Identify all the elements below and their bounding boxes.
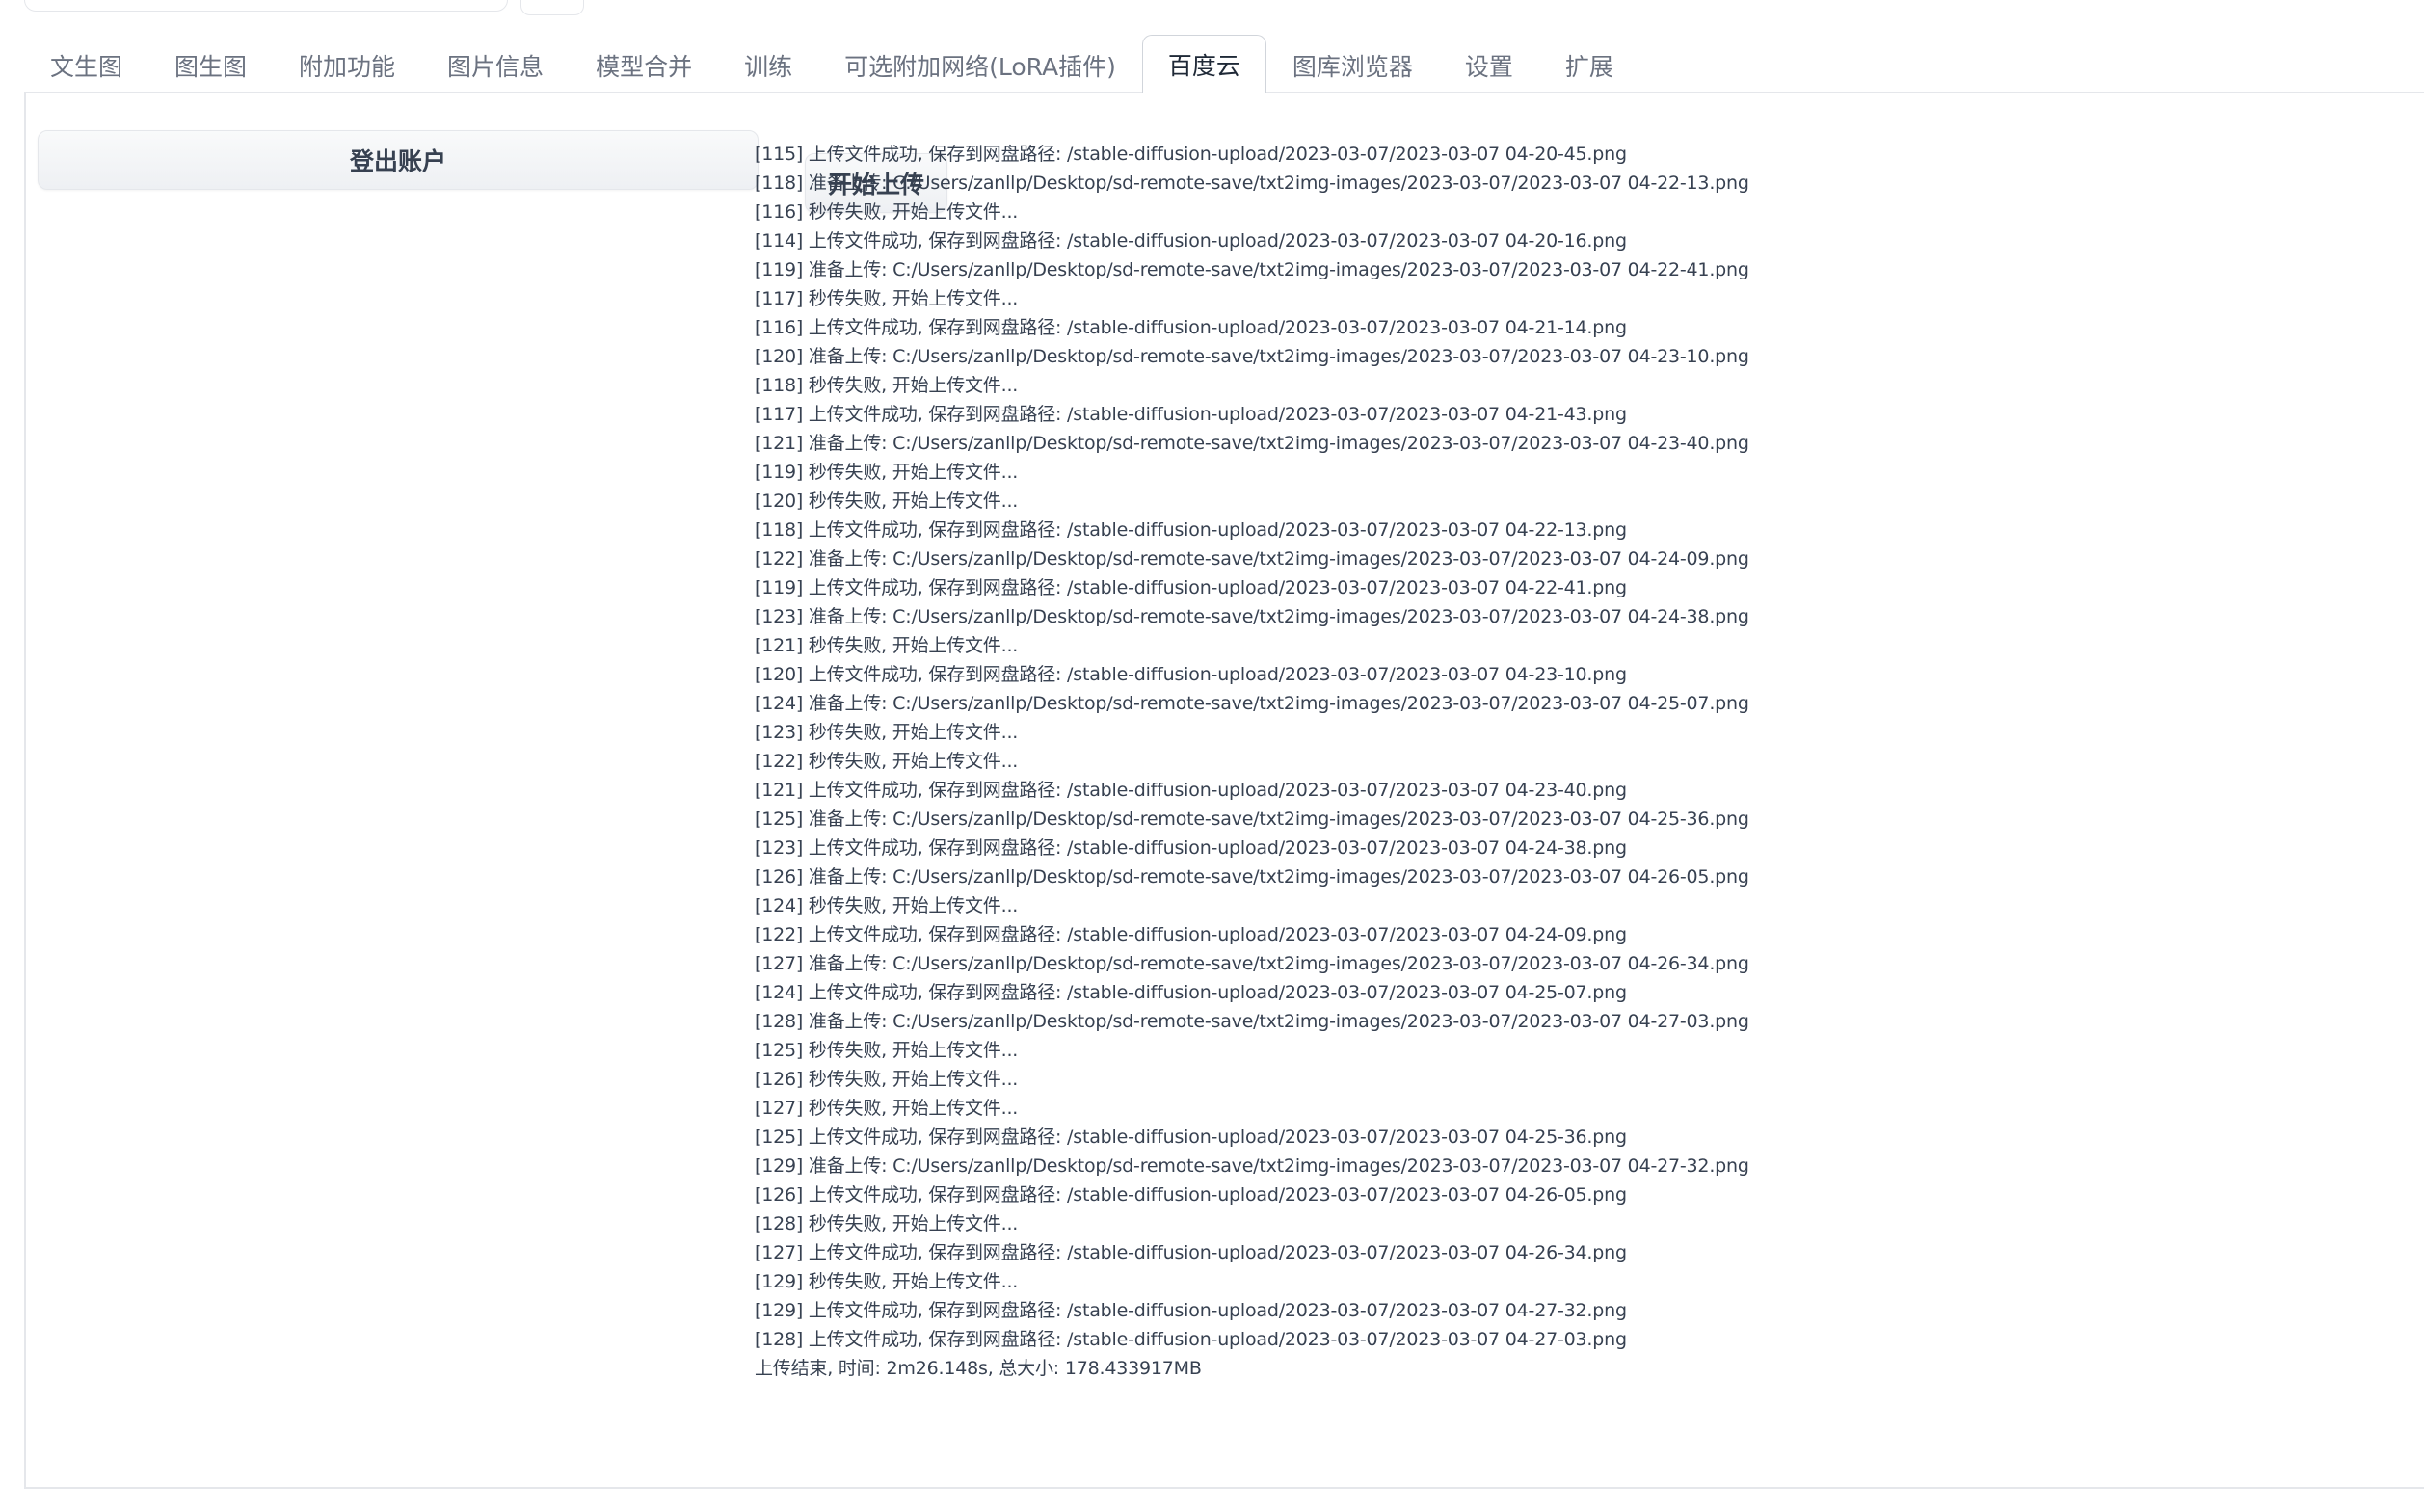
tab-6[interactable]: 可选附加网络(LoRA插件) [818, 37, 1142, 93]
log-line: [118] 准备上传: C:/Users/zanllp/Desktop/sd-r… [755, 172, 1749, 194]
log-line: [128] 秒传失败, 开始上传文件... [755, 1213, 1019, 1234]
tab-0[interactable]: 文生图 [24, 37, 148, 93]
log-line: [122] 准备上传: C:/Users/zanllp/Desktop/sd-r… [755, 548, 1749, 570]
log-line: [128] 准备上传: C:/Users/zanllp/Desktop/sd-r… [755, 1011, 1749, 1032]
log-line: [120] 准备上传: C:/Users/zanllp/Desktop/sd-r… [755, 346, 1749, 367]
top-partial-input[interactable] [24, 0, 508, 12]
log-line: [119] 上传文件成功, 保存到网盘路径: /stable-diffusion… [755, 577, 1627, 598]
log-line: [124] 上传文件成功, 保存到网盘路径: /stable-diffusion… [755, 982, 1627, 1003]
log-line: [127] 上传文件成功, 保存到网盘路径: /stable-diffusion… [755, 1242, 1627, 1263]
log-line: [123] 上传文件成功, 保存到网盘路径: /stable-diffusion… [755, 837, 1627, 859]
log-line: [121] 上传文件成功, 保存到网盘路径: /stable-diffusion… [755, 780, 1627, 801]
tab-7[interactable]: 百度云 [1141, 35, 1266, 93]
log-line: [126] 秒传失败, 开始上传文件... [755, 1069, 1019, 1090]
log-line: [124] 准备上传: C:/Users/zanllp/Desktop/sd-r… [755, 693, 1749, 714]
log-line: [120] 秒传失败, 开始上传文件... [755, 491, 1019, 512]
log-line: [126] 上传文件成功, 保存到网盘路径: /stable-diffusion… [755, 1184, 1627, 1206]
upload-log: [115] 上传文件成功, 保存到网盘路径: /stable-diffusion… [755, 140, 1815, 1383]
log-line: [115] 上传文件成功, 保存到网盘路径: /stable-diffusion… [755, 144, 1627, 165]
log-line: [122] 秒传失败, 开始上传文件... [755, 751, 1019, 772]
tab-5[interactable]: 训练 [718, 37, 818, 93]
log-line: [119] 秒传失败, 开始上传文件... [755, 462, 1019, 483]
log-line: [126] 准备上传: C:/Users/zanllp/Desktop/sd-r… [755, 866, 1749, 888]
log-line: [129] 上传文件成功, 保存到网盘路径: /stable-diffusion… [755, 1300, 1627, 1321]
log-line: [125] 秒传失败, 开始上传文件... [755, 1040, 1019, 1061]
top-partial-button[interactable] [520, 0, 584, 15]
log-line: [127] 秒传失败, 开始上传文件... [755, 1098, 1019, 1119]
log-line: [117] 秒传失败, 开始上传文件... [755, 288, 1019, 309]
tab-8[interactable]: 图库浏览器 [1266, 37, 1439, 93]
log-line: [116] 上传文件成功, 保存到网盘路径: /stable-diffusion… [755, 317, 1627, 338]
tab-9[interactable]: 设置 [1439, 37, 1539, 93]
log-line: [121] 准备上传: C:/Users/zanllp/Desktop/sd-r… [755, 433, 1749, 454]
log-line: [124] 秒传失败, 开始上传文件... [755, 895, 1019, 916]
log-line: 上传结束, 时间: 2m26.148s, 总大小: 178.433917MB [755, 1358, 1202, 1379]
log-line: [122] 上传文件成功, 保存到网盘路径: /stable-diffusion… [755, 924, 1627, 945]
tab-10[interactable]: 扩展 [1539, 37, 1639, 93]
log-line: [129] 秒传失败, 开始上传文件... [755, 1271, 1019, 1292]
tab-4[interactable]: 模型合并 [570, 37, 718, 93]
log-line: [118] 秒传失败, 开始上传文件... [755, 375, 1019, 396]
log-line: [129] 准备上传: C:/Users/zanllp/Desktop/sd-r… [755, 1155, 1749, 1177]
logout-button[interactable]: 登出账户 [38, 130, 759, 190]
log-line: [117] 上传文件成功, 保存到网盘路径: /stable-diffusion… [755, 404, 1627, 425]
log-line: [128] 上传文件成功, 保存到网盘路径: /stable-diffusion… [755, 1329, 1627, 1350]
log-line: [116] 秒传失败, 开始上传文件... [755, 201, 1019, 223]
log-line: [123] 准备上传: C:/Users/zanllp/Desktop/sd-r… [755, 606, 1749, 627]
log-line: [120] 上传文件成功, 保存到网盘路径: /stable-diffusion… [755, 664, 1627, 685]
tab-3[interactable]: 图片信息 [421, 37, 570, 93]
log-line: [123] 秒传失败, 开始上传文件... [755, 722, 1019, 743]
log-line: [125] 准备上传: C:/Users/zanllp/Desktop/sd-r… [755, 809, 1749, 830]
log-line: [118] 上传文件成功, 保存到网盘路径: /stable-diffusion… [755, 519, 1627, 541]
tab-bar: 文生图 图生图 附加功能 图片信息 模型合并 训练 可选附加网络(LoRA插件) 百度云 图库浏… [24, 35, 1639, 93]
log-line: [114] 上传文件成功, 保存到网盘路径: /stable-diffusion… [755, 230, 1627, 252]
log-line: [119] 准备上传: C:/Users/zanllp/Desktop/sd-r… [755, 259, 1749, 280]
log-line: [121] 秒传失败, 开始上传文件... [755, 635, 1019, 656]
log-line: [127] 准备上传: C:/Users/zanllp/Desktop/sd-r… [755, 953, 1749, 974]
log-line: [125] 上传文件成功, 保存到网盘路径: /stable-diffusion… [755, 1127, 1627, 1148]
tab-1[interactable]: 图生图 [148, 37, 273, 93]
tab-2[interactable]: 附加功能 [273, 37, 421, 93]
